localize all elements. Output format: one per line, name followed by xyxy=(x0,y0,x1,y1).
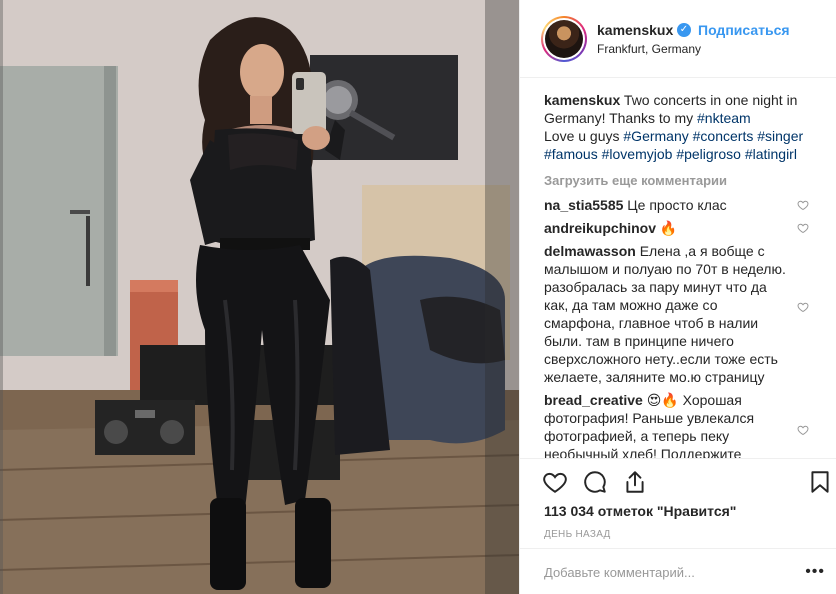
likes-count[interactable]: 113 034 отметок "Нравится" xyxy=(544,503,736,519)
comment-icon[interactable] xyxy=(582,469,608,495)
share-icon[interactable] xyxy=(622,469,648,495)
hashtag-link[interactable]: #nkteam xyxy=(697,110,751,126)
caption-text-2: Love u guys xyxy=(544,128,624,144)
comment-input[interactable] xyxy=(544,561,794,583)
comment-text: Це просто клас xyxy=(623,197,727,213)
comment-heart-icon[interactable] xyxy=(797,222,809,234)
bookmark-icon[interactable] xyxy=(807,469,833,495)
hashtag-link[interactable]: #singer xyxy=(757,128,803,144)
comment-item: andreikupchinov 🔥 xyxy=(544,219,813,237)
hashtag-link[interactable]: #peligroso xyxy=(676,146,741,162)
comment-heart-icon[interactable] xyxy=(797,424,809,436)
location-link[interactable]: Frankfurt, Germany xyxy=(597,42,701,56)
add-comment-bar: ••• xyxy=(520,548,836,594)
post-header: kamenskux ✓ • Подписаться Frankfurt, Ger… xyxy=(520,0,836,78)
hashtag-link[interactable]: #Germany xyxy=(623,128,688,144)
post-photo[interactable] xyxy=(0,0,519,594)
comment-text: 🔥 xyxy=(656,220,678,236)
comments-list[interactable]: kamenskux Two concerts in one night in G… xyxy=(520,79,836,458)
comment-username[interactable]: bread_creative xyxy=(544,392,643,408)
hashtag-link[interactable]: #famous xyxy=(544,146,598,162)
load-more-comments-button[interactable]: Загрузить еще комментарии xyxy=(544,173,813,188)
comment-text: Елена ,а я вобще с малышом и полуаю по 7… xyxy=(544,243,786,385)
post-caption: kamenskux Two concerts in one night in G… xyxy=(544,91,813,163)
comment-item: na_stia5585 Це просто клас xyxy=(544,196,813,214)
comment-username[interactable]: delmawasson xyxy=(544,243,636,259)
comment-username[interactable]: na_stia5585 xyxy=(544,197,623,213)
comment-username[interactable]: andreikupchinov xyxy=(544,220,656,236)
more-options-icon[interactable]: ••• xyxy=(805,563,825,581)
follow-button[interactable]: Подписаться xyxy=(698,22,790,38)
header-username[interactable]: kamenskux xyxy=(597,22,673,38)
heart-icon[interactable] xyxy=(542,469,568,495)
caption-username[interactable]: kamenskux xyxy=(544,92,620,108)
post-actions: 113 034 отметок "Нравится" ДЕНЬ НАЗАД xyxy=(520,458,836,548)
post-time[interactable]: ДЕНЬ НАЗАД xyxy=(544,529,611,540)
comment-item: delmawasson Елена ,а я вобще с малышом и… xyxy=(544,242,813,386)
post-photo-image xyxy=(0,0,519,594)
avatar-border xyxy=(543,18,585,60)
comment-item: bread_creative 😍🔥 Хорошая фотография! Ра… xyxy=(544,391,813,458)
post-sidebar: kamenskux ✓ • Подписаться Frankfurt, Ger… xyxy=(519,0,836,594)
hashtag-link[interactable]: #concerts xyxy=(693,128,754,144)
avatar xyxy=(545,20,583,58)
comment-heart-icon[interactable] xyxy=(797,199,809,211)
hashtag-link[interactable]: #lovemyjob xyxy=(602,146,673,162)
avatar-story-ring[interactable] xyxy=(541,16,587,62)
comment-heart-icon[interactable] xyxy=(797,301,809,313)
verified-icon: ✓ xyxy=(677,23,691,37)
hashtag-link[interactable]: #latingirl xyxy=(745,146,797,162)
